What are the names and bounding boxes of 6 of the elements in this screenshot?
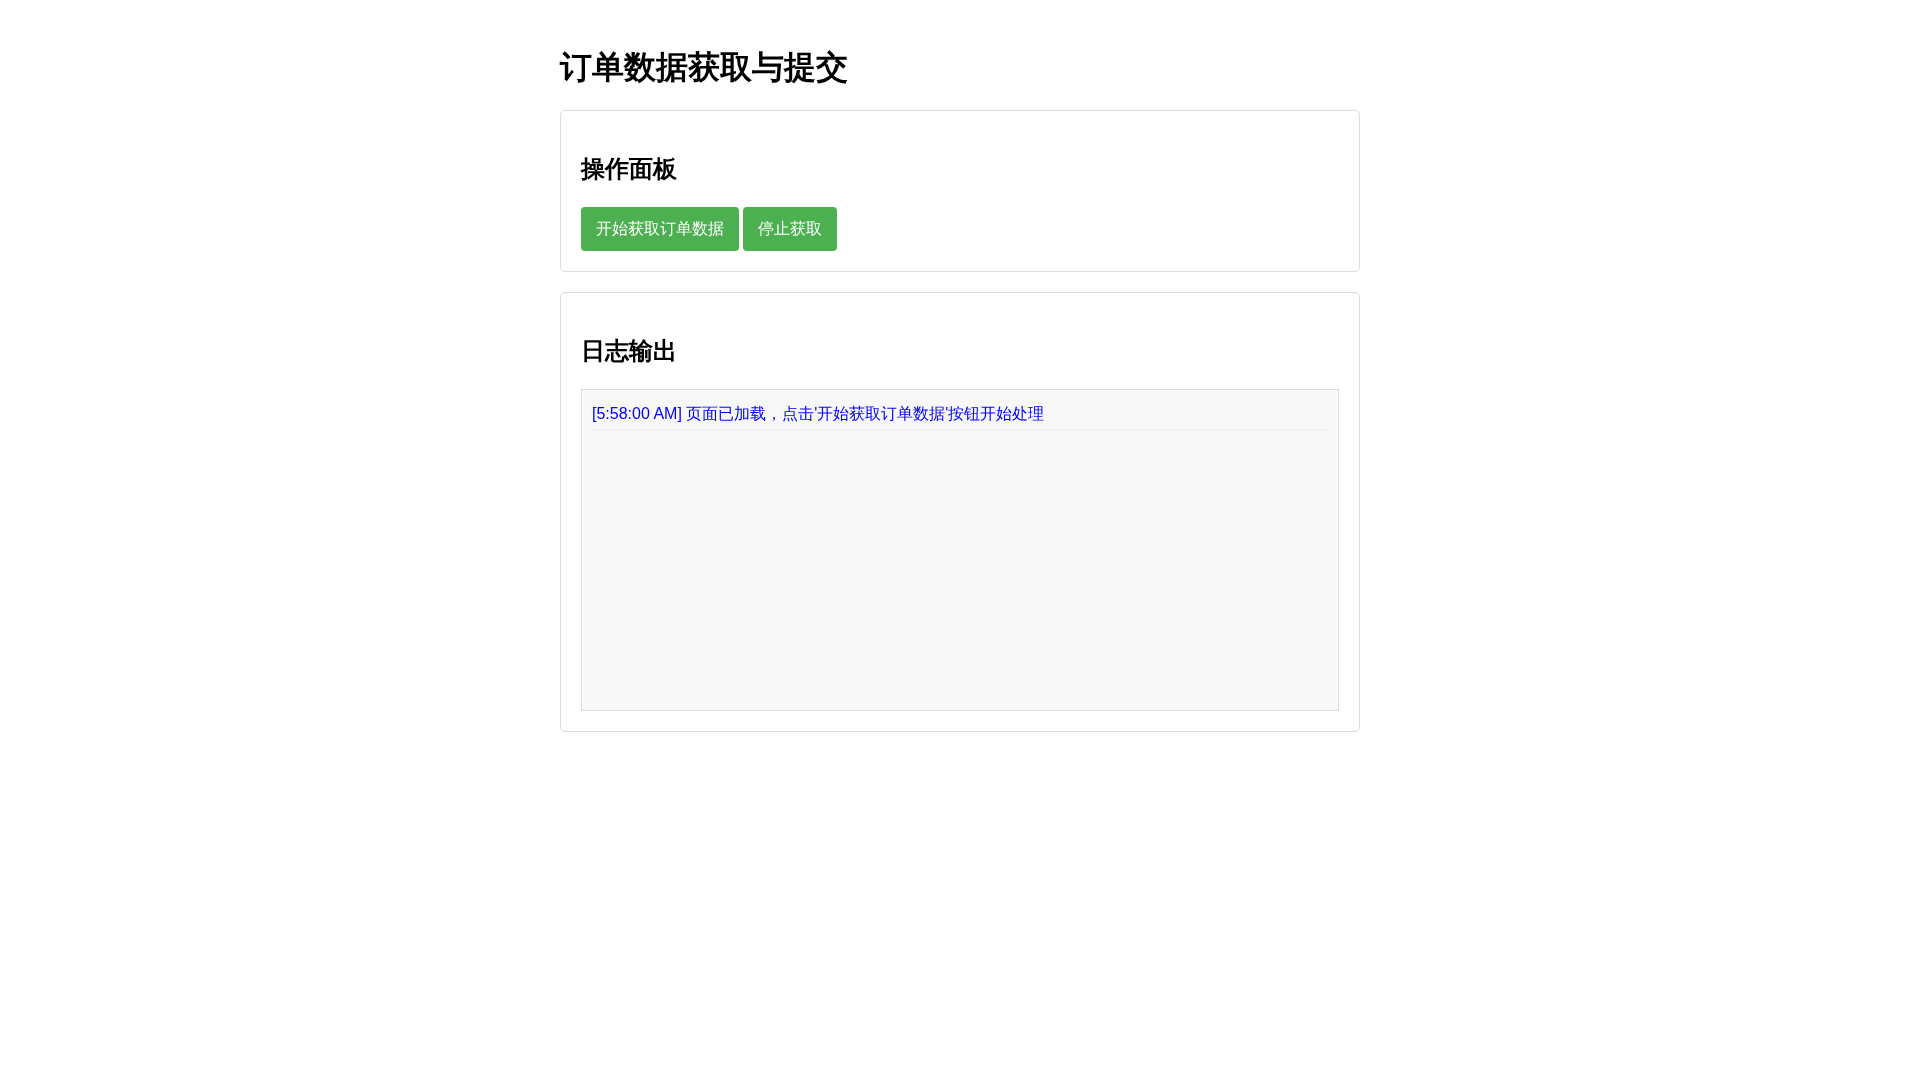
action-button[interactable]: 停止获取 xyxy=(743,207,837,251)
log-entry: [5:58:00 AM] 页面已加载，点击'开始获取订单数据'按钮开始处理 xyxy=(592,400,1328,430)
panel-heading: 日志输出 xyxy=(581,336,677,366)
panel-heading: 操作面板 xyxy=(581,154,677,184)
page-title: 订单数据获取与提交 xyxy=(560,48,849,86)
action-button[interactable]: 开始获取订单数据 xyxy=(581,207,739,251)
